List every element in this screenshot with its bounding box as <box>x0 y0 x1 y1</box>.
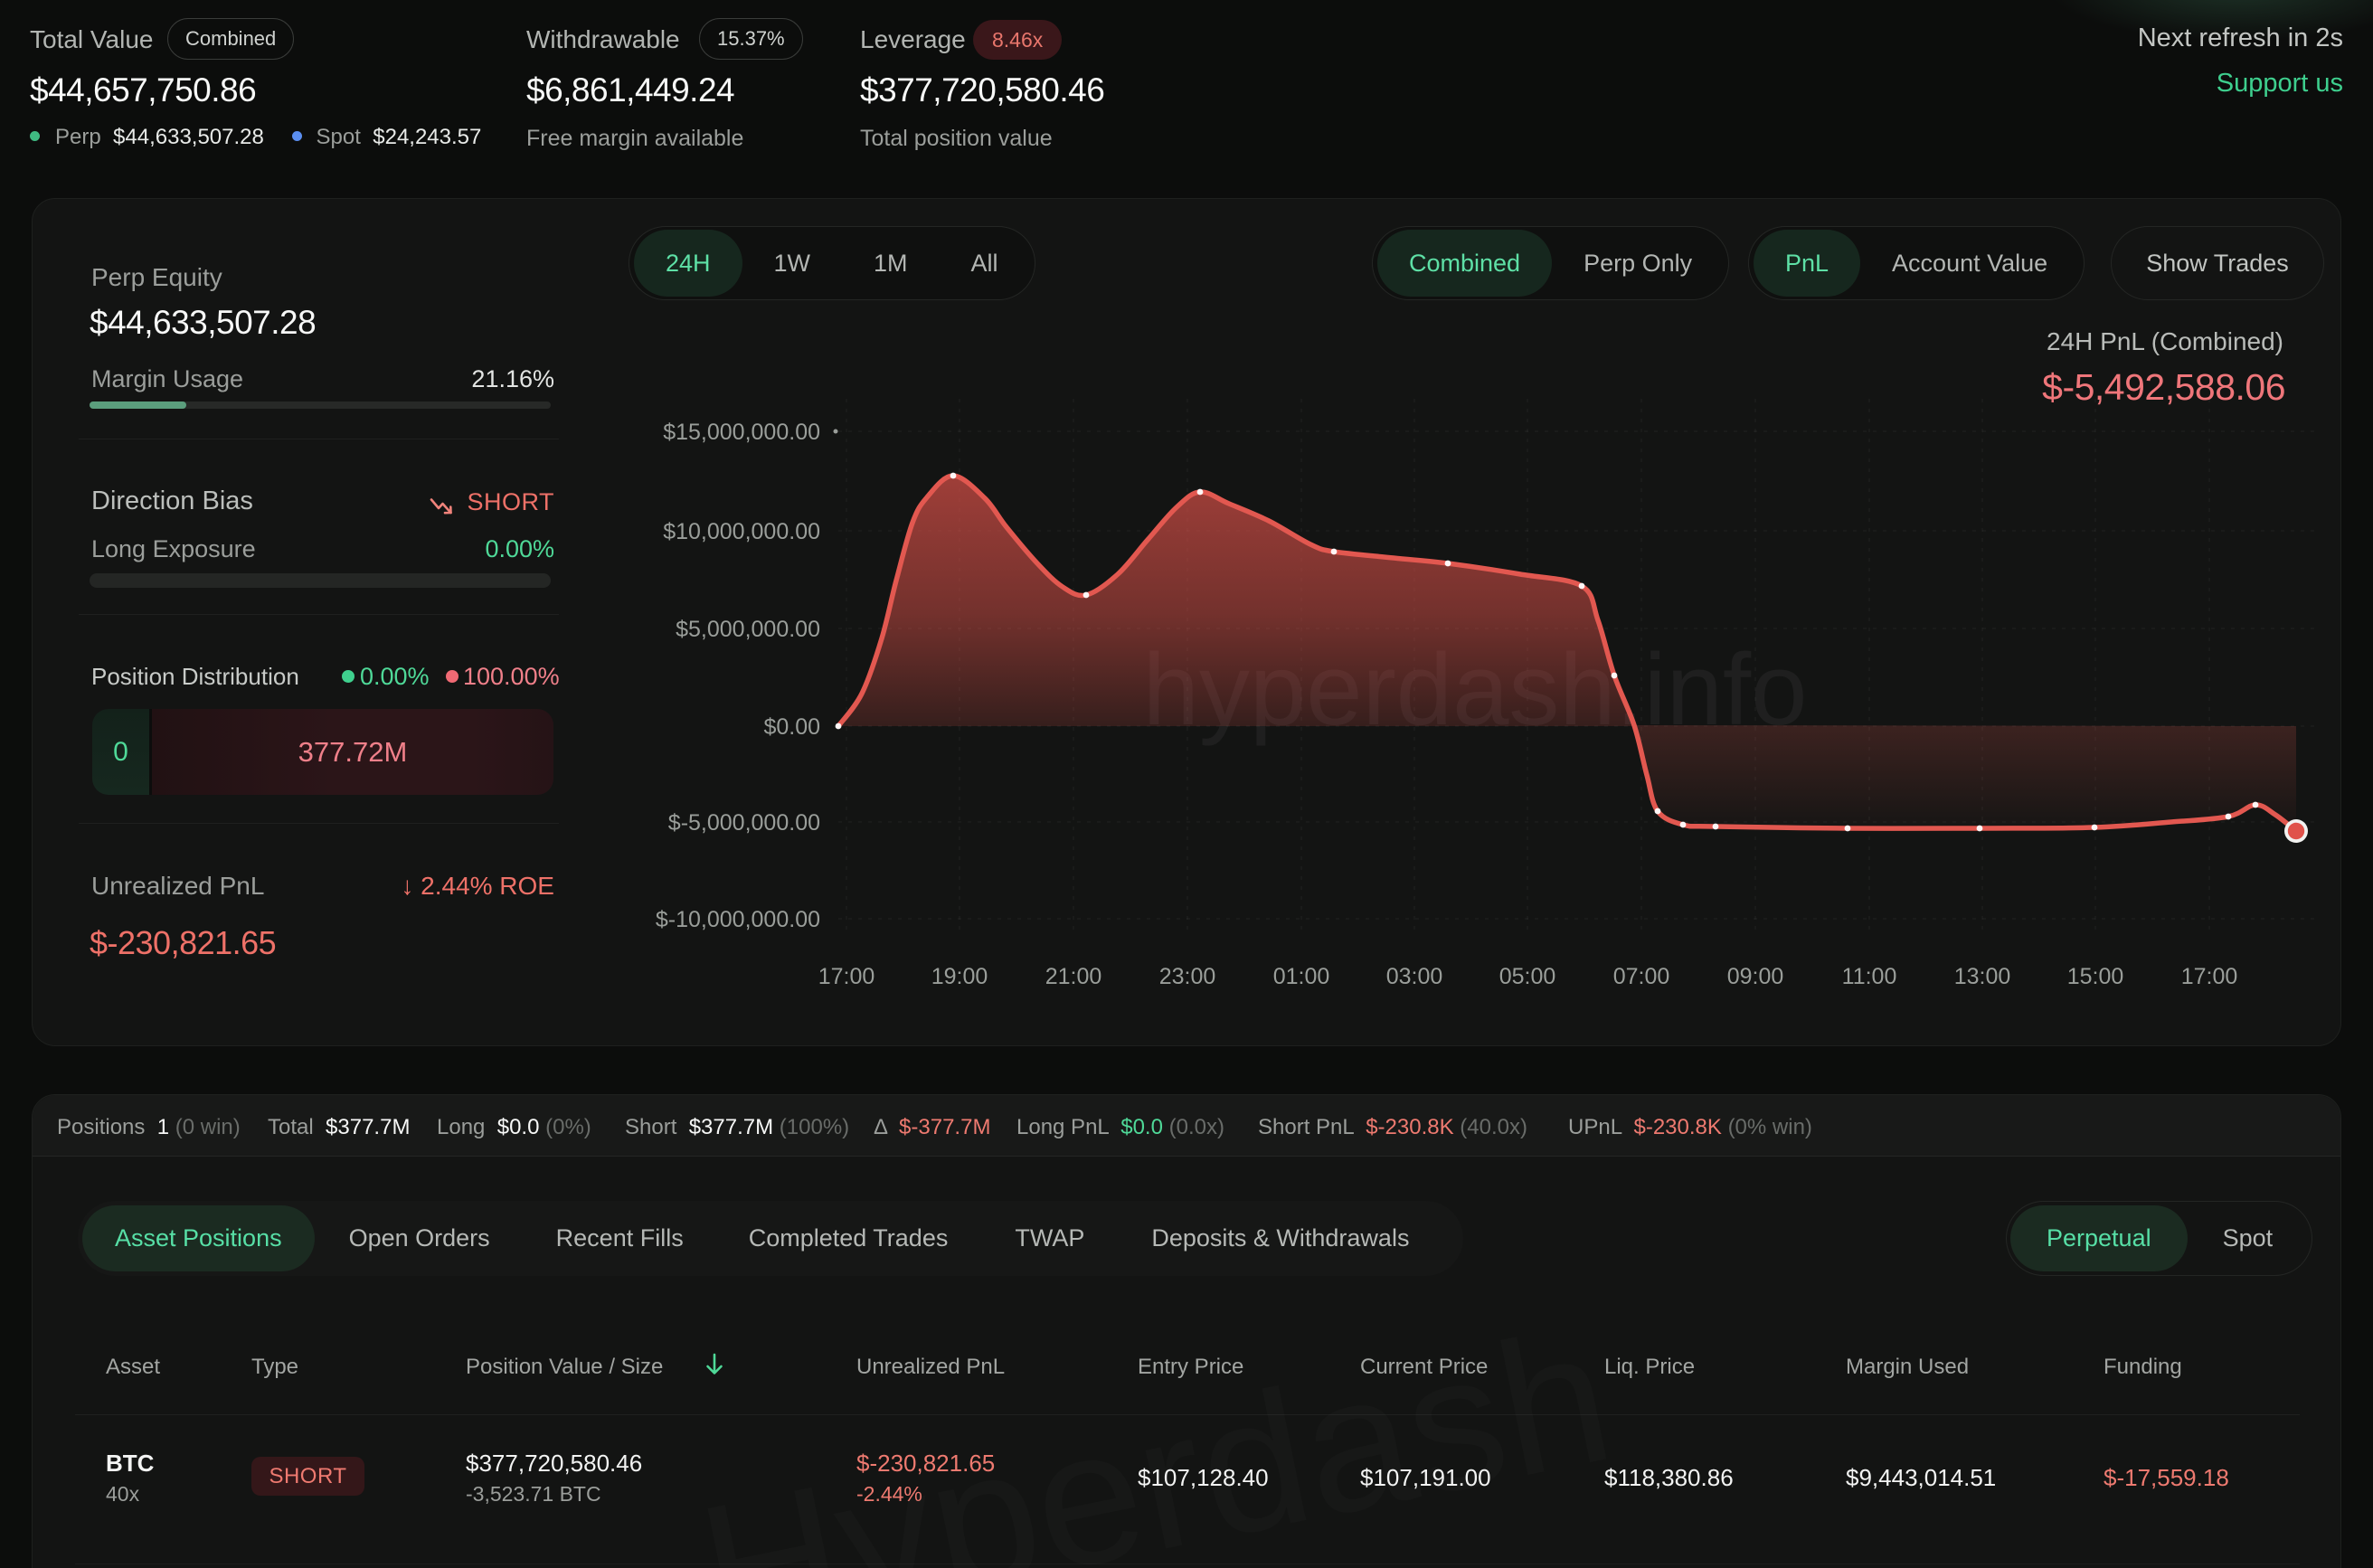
svg-text:09:00: 09:00 <box>1727 964 1784 989</box>
svg-text:13:00: 13:00 <box>1954 964 2011 989</box>
svg-text:$10,000,000.00: $10,000,000.00 <box>663 519 820 544</box>
svg-text:$15,000,000.00: $15,000,000.00 <box>663 420 820 445</box>
svg-text:$5,000,000.00: $5,000,000.00 <box>676 617 820 642</box>
svg-text:11:00: 11:00 <box>1842 964 1897 989</box>
svg-text:21:00: 21:00 <box>1045 964 1102 989</box>
svg-text:17:00: 17:00 <box>818 964 875 989</box>
svg-text:07:00: 07:00 <box>1613 964 1670 989</box>
svg-text:$-10,000,000.00: $-10,000,000.00 <box>656 907 820 932</box>
svg-text:03:00: 03:00 <box>1386 964 1443 989</box>
svg-text:05:00: 05:00 <box>1499 964 1556 989</box>
svg-text:01:00: 01:00 <box>1273 964 1330 989</box>
svg-text:$-5,000,000.00: $-5,000,000.00 <box>668 810 820 836</box>
svg-text:23:00: 23:00 <box>1159 964 1216 989</box>
svg-text:19:00: 19:00 <box>931 964 988 989</box>
svg-text:$0.00: $0.00 <box>763 714 820 740</box>
svg-text:15:00: 15:00 <box>2067 964 2124 989</box>
svg-text:17:00: 17:00 <box>2181 964 2238 989</box>
